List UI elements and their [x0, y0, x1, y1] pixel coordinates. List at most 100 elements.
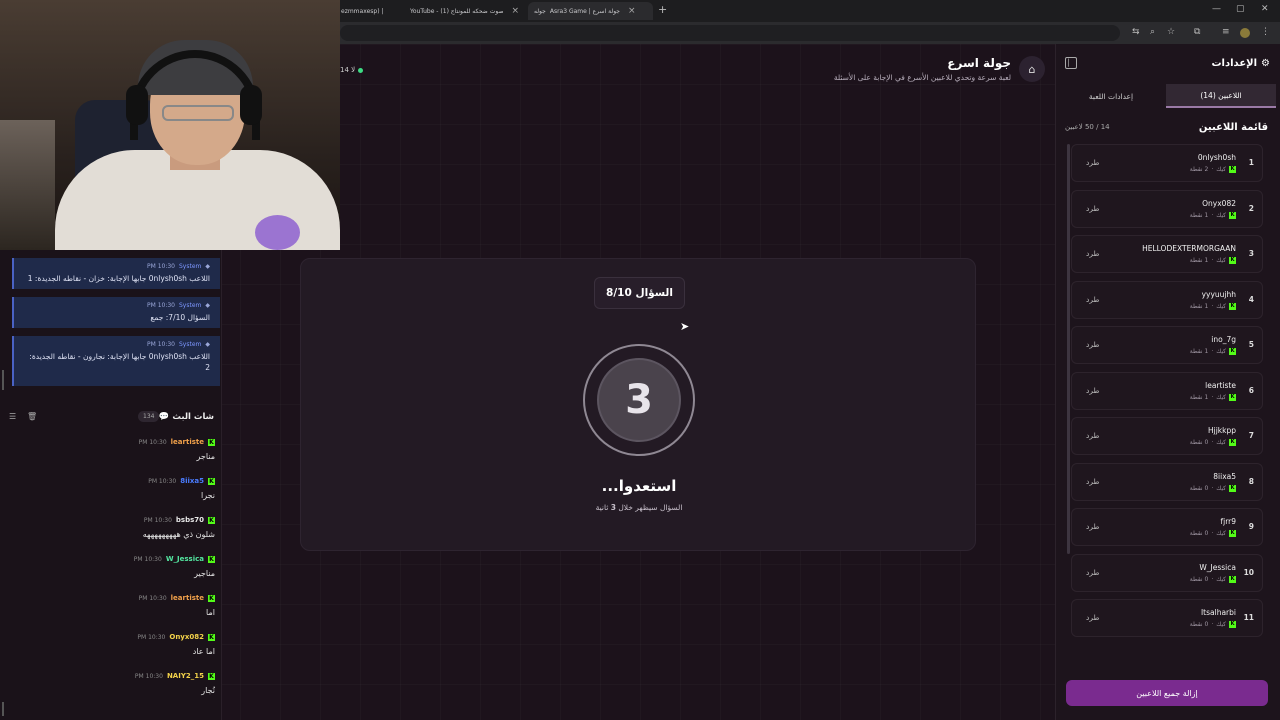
- tab-game-settings[interactable]: إعدادات اللعبة: [1056, 84, 1166, 108]
- chat-username[interactable]: leartiste: [171, 438, 204, 446]
- chat-message-text: اما: [206, 608, 215, 617]
- kick-badge-icon: K: [1229, 621, 1236, 628]
- browser-tab-youtube[interactable]: YouTube - صوت ضحكه للمونتاج (1) ×: [400, 2, 525, 20]
- kick-badge-icon: K: [1229, 166, 1236, 173]
- kick-player-button[interactable]: طرد: [1086, 295, 1099, 304]
- chat-message: Kbsbs70 10:30 PM شلون ذي هههههههههه: [0, 516, 215, 539]
- tab-players[interactable]: اللاعبين (14): [1166, 84, 1276, 108]
- message-time: 10:30 PM: [137, 633, 166, 641]
- separator-dot: ·: [1211, 302, 1214, 310]
- players-scrollbar[interactable]: [1067, 144, 1070, 554]
- menu-list-icon[interactable]: ≡: [1222, 27, 1230, 37]
- page-title: جولة اسرع: [947, 56, 1011, 70]
- kick-player-button[interactable]: طرد: [1086, 249, 1099, 258]
- kick-player-button[interactable]: طرد: [1086, 568, 1099, 577]
- player-name: fjrr9: [1220, 517, 1236, 526]
- kick-player-button[interactable]: طرد: [1086, 431, 1099, 440]
- remove-all-players-button[interactable]: إزالة جميع اللاعبين: [1066, 680, 1268, 706]
- kick-badge-icon: K: [1229, 257, 1236, 264]
- player-info: K كيك · 0 نقطة: [1190, 439, 1236, 446]
- player-rank: 8: [1248, 476, 1254, 486]
- player-platform: كيك: [1216, 530, 1226, 537]
- home-button[interactable]: ⌂: [1019, 56, 1045, 82]
- settings-title-label: الإعدادات: [1211, 58, 1258, 69]
- message-time: 10:30 PM: [134, 672, 163, 680]
- message-time: 10:30 PM: [138, 438, 167, 446]
- align-icon[interactable]: ☰: [9, 412, 16, 421]
- webcam-person-hand: [255, 215, 300, 250]
- question-badge: السؤال 8/10: [594, 277, 685, 309]
- player-row: 3 HELLODEXTERMORGAAN K كيك · 1 نقطة طرد: [1071, 235, 1263, 273]
- chat-bubble-icon: 💬: [158, 412, 170, 422]
- extensions-icon[interactable]: ⧉: [1194, 27, 1200, 37]
- chat-username[interactable]: leartiste: [171, 594, 204, 602]
- chat-scrollbar-bottom[interactable]: [2, 702, 4, 716]
- player-name: yyyuujhh: [1201, 289, 1236, 299]
- chat-message: K 8iixa5 10:30 PM نجرا: [0, 477, 215, 500]
- kick-player-button[interactable]: طرد: [1086, 340, 1099, 349]
- kick-player-button[interactable]: طرد: [1086, 613, 1099, 622]
- player-rank: 3: [1248, 249, 1254, 258]
- kick-badge-icon: K: [1229, 211, 1236, 219]
- separator-dot: ·: [1211, 393, 1214, 401]
- player-info: K كيك · 1 نقطة: [1190, 393, 1236, 401]
- separator-dot: ·: [1211, 257, 1214, 264]
- panel-tabs: اللاعبين (14) إعدادات اللعبة: [1056, 84, 1280, 108]
- chat-message-text: مناجير: [194, 569, 215, 578]
- minimize-icon[interactable]: —: [1212, 4, 1221, 14]
- stream-chat-panel: ◆ System 10:30 PM اللاعب 0nlysh0sh جابها ا…: [0, 250, 222, 720]
- more-icon[interactable]: ⋮: [1261, 27, 1270, 37]
- chat-username[interactable]: bsbs70: [176, 516, 204, 524]
- kick-badge-icon: K: [208, 633, 215, 641]
- system-badge-icon: ◆: [205, 341, 210, 348]
- player-row: 2 Onyx082 K كيك · 1 نقطة طرد: [1071, 189, 1263, 228]
- player-name: ino_7g: [1211, 335, 1236, 344]
- separator-dot: ·: [1211, 530, 1214, 537]
- chat-username[interactable]: Onyx082: [169, 633, 204, 641]
- headset-ear-right: [240, 85, 262, 125]
- collapse-panel-icon[interactable]: ▏: [1065, 57, 1077, 69]
- kick-badge-icon: K: [1229, 439, 1236, 446]
- close-window-icon[interactable]: ✕: [1261, 4, 1269, 14]
- trash-icon[interactable]: 🗑: [27, 412, 37, 421]
- browser-tab-active[interactable]: جوله Asra3 Game | جولة اسرع ×: [528, 2, 653, 20]
- player-row: 5 ino_7g K كيك · 1 نقطة طرد: [1071, 326, 1263, 364]
- maximize-icon[interactable]: ▢: [1236, 4, 1245, 14]
- player-platform: كيك: [1216, 575, 1226, 583]
- kick-player-button[interactable]: طرد: [1086, 522, 1099, 531]
- message-time: 10:30 PM: [148, 477, 177, 485]
- tab-favicon-label: جوله: [534, 7, 546, 15]
- chat-header: ☰ 🗑 134 شات البث 💬: [0, 410, 222, 426]
- chat-username[interactable]: NAIY2_15: [167, 672, 204, 680]
- url-field[interactable]: [340, 25, 1120, 41]
- new-tab-icon[interactable]: +: [658, 3, 667, 16]
- browser-tab[interactable]: ezmmaxesp) |: [335, 2, 397, 20]
- chat-username[interactable]: 8iixa5: [180, 477, 204, 485]
- player-row: 7 Hjjkkpp K كيك · 0 نقطة طرد: [1071, 417, 1263, 455]
- message-time: 10:30 PM: [133, 555, 162, 563]
- kick-player-button[interactable]: طرد: [1086, 386, 1099, 395]
- close-icon[interactable]: ×: [512, 6, 520, 16]
- chat-scrollbar[interactable]: [2, 370, 4, 390]
- kick-badge-icon: K: [208, 594, 215, 602]
- online-counter: 14 لا: [340, 66, 364, 74]
- player-name: Itsalharbi: [1200, 608, 1236, 617]
- kick-player-button[interactable]: طرد: [1086, 477, 1099, 486]
- player-points: 1 نقطة: [1189, 257, 1209, 264]
- separator-dot: ·: [1211, 166, 1214, 173]
- chat-username[interactable]: W_Jessica: [166, 555, 204, 563]
- player-points: 0 نقطة: [1189, 439, 1209, 446]
- kick-player-button[interactable]: طرد: [1086, 158, 1099, 167]
- close-icon[interactable]: ×: [628, 6, 636, 16]
- star-icon[interactable]: ☆: [1167, 27, 1175, 37]
- profile-avatar[interactable]: [1240, 28, 1250, 38]
- kick-badge-icon: K: [1229, 484, 1236, 492]
- translate-icon[interactable]: ⇆: [1132, 27, 1140, 37]
- settings-title: ⚙ الإعدادات: [1212, 58, 1271, 69]
- kick-player-button[interactable]: طرد: [1086, 204, 1099, 213]
- kick-badge-icon: K: [1229, 530, 1236, 537]
- zoom-icon[interactable]: ⌕: [1150, 27, 1155, 37]
- mouse-cursor-icon: ➤: [680, 320, 690, 333]
- chat-message-text: اما عاد: [192, 647, 215, 656]
- player-name: Onyx082: [1202, 198, 1236, 208]
